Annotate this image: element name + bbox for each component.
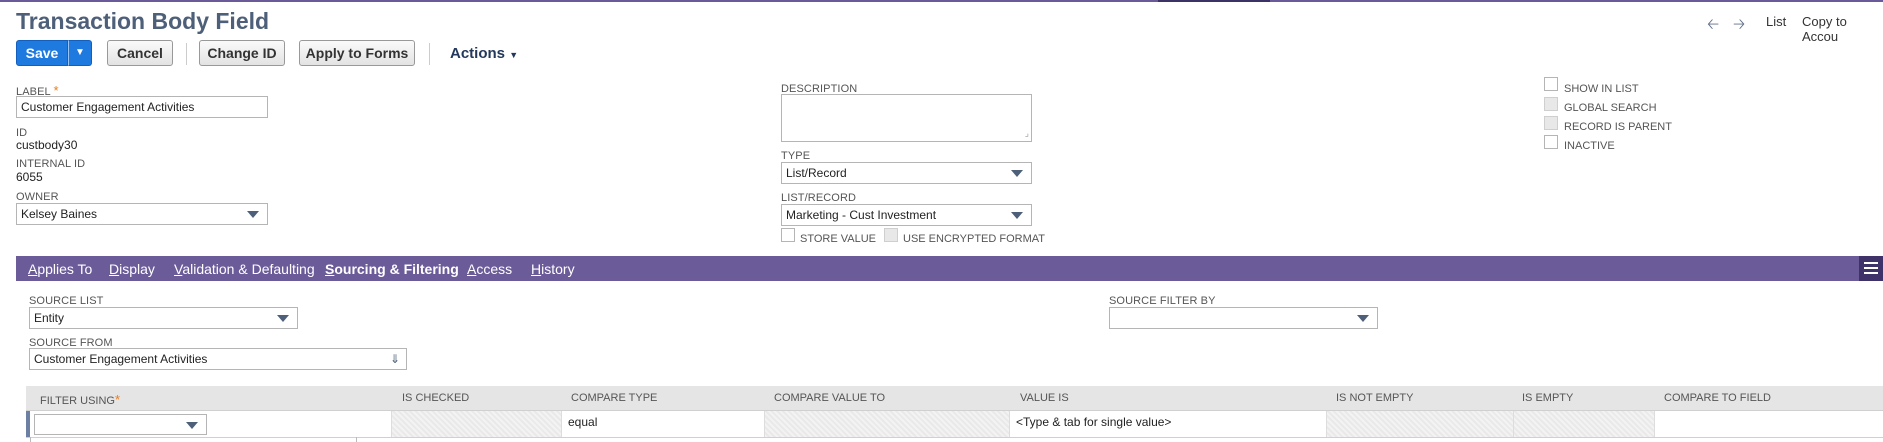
global-search-checkbox[interactable] <box>1544 97 1558 111</box>
internal-id-value: 6055 <box>16 170 43 184</box>
type-value: List/Record <box>786 166 847 180</box>
type-select[interactable]: List/Record <box>781 162 1032 184</box>
resize-grip-icon[interactable]: ⌟ <box>1025 128 1029 139</box>
label-input[interactable]: Customer Engagement Activities <box>16 96 268 118</box>
back-arrow-icon[interactable]: 🡠 <box>1707 14 1719 33</box>
store-value-checkbox[interactable] <box>781 228 795 242</box>
save-button-group: Save ▼ <box>16 40 92 66</box>
source-list-value: Entity <box>34 311 65 325</box>
show-in-list-label: SHOW IN LIST <box>1564 83 1639 95</box>
chevron-down-icon <box>1011 170 1023 177</box>
column-header-compare-type: COMPARE TYPE <box>571 392 658 404</box>
filter-grid-header: FILTER USING* IS CHECKED COMPARE TYPE CO… <box>26 386 1883 410</box>
source-list-caption: SOURCE LIST <box>29 295 104 307</box>
actions-menu[interactable]: Actions ▼ <box>450 45 518 62</box>
list-link[interactable]: List <box>1766 14 1786 32</box>
use-encrypted-format-label: USE ENCRYPTED FORMAT <box>903 233 1045 245</box>
required-asterisk: * <box>114 392 121 407</box>
toolbar-divider <box>186 43 187 65</box>
row-dropdown-edge <box>30 437 357 442</box>
column-header-is-not-empty: IS NOT EMPTY <box>1336 392 1414 404</box>
forward-arrow-icon[interactable]: 🡢 <box>1733 14 1745 33</box>
triangle-down-icon: ▼ <box>75 47 85 58</box>
type-caption: TYPE <box>781 150 811 162</box>
top-accent-highlight <box>1158 0 1270 2</box>
list-record-value: Marketing - Cust Investment <box>786 208 937 222</box>
column-header-value-is: VALUE IS <box>1020 392 1069 404</box>
save-button[interactable]: Save <box>16 40 68 66</box>
tab-display[interactable]: Display <box>109 261 155 277</box>
is-checked-cell <box>392 411 562 437</box>
source-from-value: Customer Engagement Activities <box>34 352 208 366</box>
source-from-select[interactable]: Customer Engagement Activities ⇓ <box>29 348 407 370</box>
is-not-empty-cell <box>1327 411 1514 437</box>
use-encrypted-format-checkbox[interactable] <box>884 228 898 242</box>
owner-caption: OWNER <box>16 191 59 203</box>
filter-using-cell[interactable] <box>30 411 392 437</box>
toolbar-divider <box>429 43 430 65</box>
column-header-compare-to-field: COMPARE TO FIELD <box>1664 392 1771 404</box>
chevron-down-icon <box>186 422 198 429</box>
source-filter-by-select[interactable] <box>1109 307 1378 329</box>
inactive-label: INACTIVE <box>1564 140 1615 152</box>
list-record-caption: LIST/RECORD <box>781 192 857 204</box>
subtab-bar: Applies To Display Validation & Defaulti… <box>16 256 1883 281</box>
owner-value: Kelsey Baines <box>21 207 98 221</box>
chevron-down-icon <box>247 211 259 218</box>
filter-using-select[interactable] <box>34 414 207 435</box>
tab-sourcing-filtering[interactable]: Sourcing & Filtering <box>325 261 459 277</box>
global-search-label: GLOBAL SEARCH <box>1564 102 1657 114</box>
page-title: Transaction Body Field <box>16 8 270 34</box>
owner-select[interactable]: Kelsey Baines <box>16 203 268 225</box>
change-id-button[interactable]: Change ID <box>199 40 285 66</box>
apply-to-forms-button[interactable]: Apply to Forms <box>299 40 415 66</box>
column-header-is-empty: IS EMPTY <box>1522 392 1574 404</box>
hamburger-menu-icon[interactable] <box>1859 256 1883 281</box>
column-header-compare-value-to: COMPARE VALUE TO <box>774 392 886 404</box>
table-row[interactable]: equal <Type & tab for single value> <box>26 410 1883 438</box>
compare-type-cell[interactable]: equal <box>562 411 765 437</box>
column-header-is-checked: IS CHECKED <box>402 392 470 404</box>
save-options-dropdown[interactable]: ▼ <box>68 40 92 66</box>
double-chevron-down-icon: ⇓ <box>389 352 400 366</box>
chevron-down-icon <box>1011 212 1023 219</box>
compare-value-to-cell <box>765 411 1010 437</box>
value-is-cell[interactable]: <Type & tab for single value> <box>1010 411 1327 437</box>
chevron-down-icon <box>277 315 289 322</box>
tab-access[interactable]: Access <box>467 261 512 277</box>
actions-label: Actions <box>450 45 506 62</box>
source-list-select[interactable]: Entity <box>29 307 298 329</box>
tab-history[interactable]: History <box>531 261 575 277</box>
id-value: custbody30 <box>16 138 78 152</box>
description-textarea[interactable]: ⌟ <box>781 94 1032 142</box>
cancel-button[interactable]: Cancel <box>107 40 173 66</box>
record-is-parent-label: RECORD IS PARENT <box>1564 121 1672 133</box>
chevron-down-icon <box>1357 315 1369 322</box>
inactive-checkbox[interactable] <box>1544 135 1558 149</box>
is-empty-cell <box>1514 411 1655 437</box>
internal-id-caption: INTERNAL ID <box>16 158 86 170</box>
tab-applies-to[interactable]: Applies To <box>28 261 92 277</box>
source-filter-by-caption: SOURCE FILTER BY <box>1109 295 1216 307</box>
list-record-select[interactable]: Marketing - Cust Investment <box>781 204 1032 226</box>
top-accent-bar <box>0 0 1883 2</box>
store-value-label: STORE VALUE <box>800 233 877 245</box>
record-is-parent-checkbox[interactable] <box>1544 116 1558 130</box>
tab-validation-defaulting[interactable]: Validation & Defaulting <box>174 261 315 277</box>
compare-to-field-cell[interactable] <box>1655 411 1883 437</box>
column-header-filter-using: FILTER USING* <box>40 392 121 407</box>
copy-to-account-link[interactable]: Copy to Accou <box>1802 14 1883 44</box>
show-in-list-checkbox[interactable] <box>1544 77 1558 91</box>
chevron-down-icon: ▼ <box>509 50 519 60</box>
